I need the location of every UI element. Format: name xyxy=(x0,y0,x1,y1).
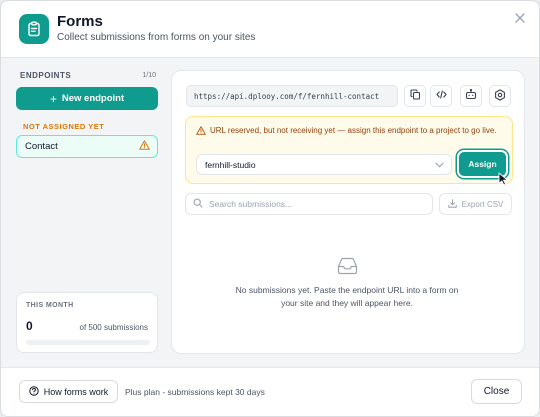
how-forms-work-button[interactable]: How forms work xyxy=(19,380,118,403)
endpoint-settings-button[interactable] xyxy=(489,85,511,107)
search-submissions-field[interactable] xyxy=(185,193,433,215)
warning-message: URL reserved, but not receiving yet — as… xyxy=(210,126,497,135)
dialog-body: ENDPOINTS 1/10 + New endpoint NOT ASSIGN… xyxy=(1,57,539,367)
plus-icon: + xyxy=(49,91,57,106)
bot-protection-button[interactable] xyxy=(460,85,482,107)
empty-state-message: No submissions yet. Paste the endpoint U… xyxy=(235,285,459,308)
warning-icon xyxy=(139,140,150,153)
help-icon xyxy=(29,385,39,398)
not-live-warning: URL reserved, but not receiving yet — as… xyxy=(185,116,513,184)
usage-progress-bar xyxy=(26,340,150,345)
endpoints-count: 1/10 xyxy=(142,72,156,79)
usage-limit: of 500 submissions xyxy=(79,323,148,332)
endpoint-url-field[interactable]: https://api.dplooy.com/f/fernhill-contac… xyxy=(186,85,398,107)
dialog-title: Forms xyxy=(57,13,103,30)
how-forms-work-label: How forms work xyxy=(43,386,109,397)
export-csv-button[interactable]: Export CSV xyxy=(439,193,512,215)
copy-url-button[interactable] xyxy=(404,85,426,107)
export-csv-label: Export CSV xyxy=(461,199,504,209)
embed-code-button[interactable] xyxy=(430,85,452,107)
chevron-down-icon xyxy=(435,160,444,170)
usage-heading: THIS MONTH xyxy=(26,302,74,309)
endpoints-heading: ENDPOINTS xyxy=(20,71,72,80)
close-icon[interactable] xyxy=(513,12,527,26)
inbox-icon xyxy=(337,257,358,278)
copy-icon xyxy=(409,89,421,103)
usage-count: 0 xyxy=(26,319,33,333)
plan-info: Plus plan - submissions kept 30 days xyxy=(125,387,265,397)
search-icon xyxy=(193,198,203,211)
project-select[interactable]: fernhill-studio xyxy=(196,154,452,175)
new-endpoint-button[interactable]: + New endpoint xyxy=(16,87,158,110)
forms-dialog: Forms Collect submissions from forms on … xyxy=(0,0,540,417)
robot-icon xyxy=(465,88,477,103)
clipboard-icon xyxy=(19,14,49,44)
usage-card: THIS MONTH 0 of 500 submissions xyxy=(16,292,158,353)
endpoint-label: Contact xyxy=(25,141,58,152)
dialog-header: Forms Collect submissions from forms on … xyxy=(1,1,539,56)
project-select-value: fernhill-studio xyxy=(205,159,256,170)
not-assigned-heading: NOT ASSIGNED YET xyxy=(23,122,105,131)
download-icon xyxy=(447,198,457,210)
new-endpoint-label: New endpoint xyxy=(61,93,125,104)
close-button[interactable]: Close xyxy=(471,379,522,404)
dialog-subtitle: Collect submissions from forms on your s… xyxy=(57,32,256,43)
endpoints-sidebar: ENDPOINTS 1/10 + New endpoint NOT ASSIGN… xyxy=(16,70,158,356)
sidebar-item-contact[interactable]: Contact xyxy=(16,135,158,158)
code-icon xyxy=(435,89,447,103)
endpoint-panel: https://api.dplooy.com/f/fernhill-contac… xyxy=(171,70,525,354)
settings-icon xyxy=(494,88,506,104)
mouse-cursor-icon xyxy=(498,172,510,189)
warning-icon xyxy=(196,126,206,138)
search-input[interactable] xyxy=(209,199,409,209)
dialog-footer: How forms work Plus plan - submissions k… xyxy=(1,367,539,416)
